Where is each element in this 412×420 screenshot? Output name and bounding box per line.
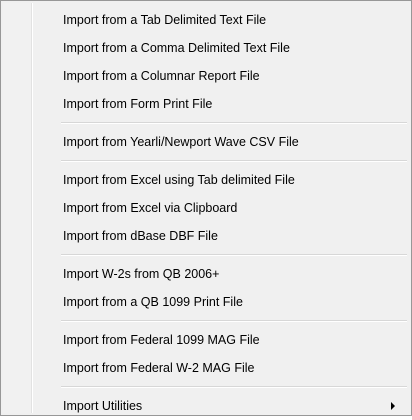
menu-item-import-federal-w2-mag[interactable]: Import from Federal W-2 MAG File bbox=[3, 354, 409, 382]
menu-separator bbox=[61, 386, 407, 388]
menu-item-import-excel-tab-delimited[interactable]: Import from Excel using Tab delimited Fi… bbox=[3, 166, 409, 194]
menu-item-import-columnar-report[interactable]: Import from a Columnar Report File bbox=[3, 62, 409, 90]
menu-separator bbox=[61, 254, 407, 256]
chevron-right-icon bbox=[391, 402, 395, 410]
menu-item-import-yearli-newport-csv[interactable]: Import from Yearli/Newport Wave CSV File bbox=[3, 128, 409, 156]
menu-item-import-w2-qb[interactable]: Import W-2s from QB 2006+ bbox=[3, 260, 409, 288]
menu-separator bbox=[61, 122, 407, 124]
menu-item-import-qb-1099-print[interactable]: Import from a QB 1099 Print File bbox=[3, 288, 409, 316]
menu-item-import-federal-1099-mag[interactable]: Import from Federal 1099 MAG File bbox=[3, 326, 409, 354]
menu-item-import-dbase-dbf[interactable]: Import from dBase DBF File bbox=[3, 222, 409, 250]
menu-separator bbox=[61, 160, 407, 162]
menu-separator bbox=[61, 320, 407, 322]
menu-item-list: Import from a Tab Delimited Text File Im… bbox=[3, 6, 409, 420]
menu-item-import-excel-clipboard[interactable]: Import from Excel via Clipboard bbox=[3, 194, 409, 222]
menu-item-import-form-print[interactable]: Import from Form Print File bbox=[3, 90, 409, 118]
menu-item-import-tab-delimited[interactable]: Import from a Tab Delimited Text File bbox=[3, 6, 409, 34]
menu-item-import-comma-delimited[interactable]: Import from a Comma Delimited Text File bbox=[3, 34, 409, 62]
menu-item-label: Import Utilities bbox=[63, 399, 143, 413]
import-context-menu: Import from a Tab Delimited Text File Im… bbox=[0, 0, 412, 416]
